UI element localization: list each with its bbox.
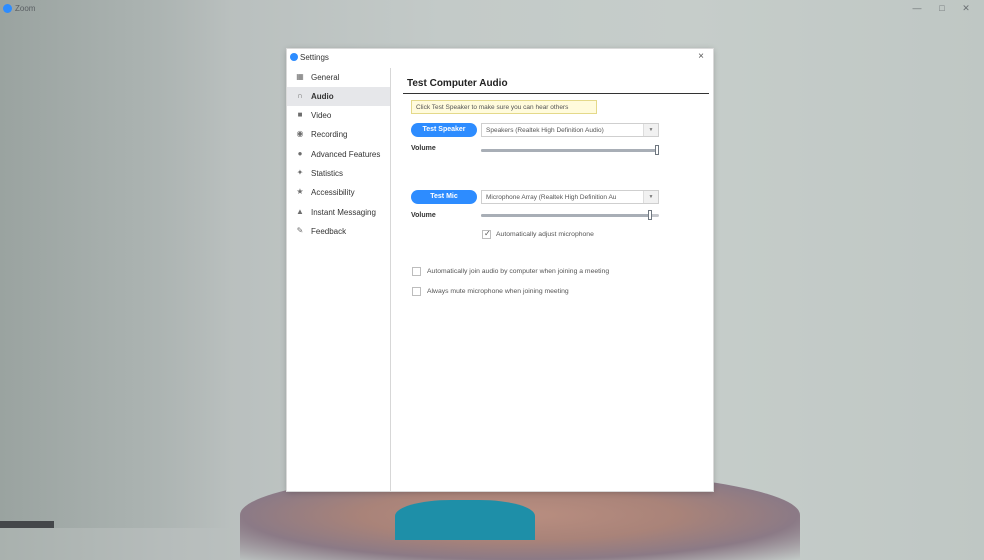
sidebar-item-recording[interactable]: ◉ Recording <box>287 125 390 144</box>
sidebar-item-advanced-features[interactable]: ● Advanced Features <box>287 145 390 164</box>
speaker-tooltip: Click Test Speaker to make sure you can … <box>411 100 597 114</box>
speaker-device-value: Speakers (Realtek High Definition Audio) <box>486 127 604 134</box>
chevron-down-icon: ▼ <box>643 124 658 136</box>
chat-icon: ▲ <box>296 207 304 216</box>
audio-settings-panel: Test Computer Audio Click Test Speaker t… <box>391 68 713 491</box>
sidebar-item-label: Video <box>311 111 332 120</box>
background-shadow <box>0 0 230 528</box>
speaker-volume-label: Volume <box>411 145 436 152</box>
app-titlebar: Zoom — □ ✕ <box>0 0 984 20</box>
close-icon[interactable]: × <box>698 51 704 62</box>
sidebar-item-video[interactable]: ■ Video <box>287 106 390 125</box>
sidebar-item-label: Recording <box>311 130 348 139</box>
close-window-button[interactable]: ✕ <box>957 3 975 14</box>
sidebar-item-label: General <box>311 73 340 82</box>
chevron-down-icon: ▼ <box>643 191 658 203</box>
auto-adjust-label: Automatically adjust microphone <box>496 231 594 238</box>
minimize-button[interactable]: — <box>908 3 926 13</box>
checkmark-icon: ✓ <box>484 229 491 238</box>
general-icon: ▦ <box>296 72 304 81</box>
mic-volume-label: Volume <box>411 212 436 219</box>
section-divider <box>403 93 709 94</box>
mic-device-value: Microphone Array (Realtek High Definitio… <box>486 194 617 201</box>
sidebar-item-label: Accessibility <box>311 188 355 197</box>
sidebar-item-statistics[interactable]: ✦ Statistics <box>287 164 390 183</box>
user-icon: ● <box>297 149 303 158</box>
sidebar-item-label: Audio <box>311 92 334 101</box>
video-camera-icon: ■ <box>297 110 303 119</box>
sidebar-item-audio[interactable]: ∩ Audio <box>287 87 390 106</box>
section-title: Test Computer Audio <box>407 78 508 89</box>
mic-volume-fill <box>481 214 650 217</box>
statistics-icon: ✦ <box>296 168 304 177</box>
accessibility-icon: ★ <box>296 187 304 196</box>
app-title: Zoom <box>15 4 36 13</box>
speaker-volume-slider[interactable] <box>481 145 659 155</box>
auto-adjust-checkbox[interactable]: ✓ <box>482 229 491 239</box>
sidebar-item-feedback[interactable]: ✎ Feedback <box>287 222 390 241</box>
sidebar-item-instant-messaging[interactable]: ▲ Instant Messaging <box>287 203 390 222</box>
dialog-title: Settings <box>300 53 329 62</box>
speaker-volume-fill <box>481 149 657 152</box>
headphones-icon: ∩ <box>297 91 303 100</box>
sidebar-item-label: Instant Messaging <box>311 208 376 217</box>
settings-dialog: Settings × ▦ General ∩ Audio ■ Video ◉ R… <box>287 49 713 491</box>
sidebar-item-label: Advanced Features <box>311 150 381 159</box>
sidebar-item-label: Statistics <box>311 169 344 178</box>
sidebar-item-label: Feedback <box>311 227 347 236</box>
settings-logo-icon <box>290 53 298 61</box>
mic-volume-slider[interactable] <box>481 210 659 220</box>
mic-device-select[interactable]: Microphone Array (Realtek High Definitio… <box>481 190 659 204</box>
always-mute-checkbox[interactable] <box>412 287 421 296</box>
sidebar-item-accessibility[interactable]: ★ Accessibility <box>287 183 390 202</box>
sidebar-item-general[interactable]: ▦ General <box>287 68 390 87</box>
auto-join-checkbox[interactable] <box>412 267 421 276</box>
video-feed-shirt <box>395 500 535 540</box>
mic-volume-thumb[interactable] <box>648 210 652 220</box>
test-speaker-button[interactable]: Test Speaker <box>411 123 477 137</box>
speaker-device-select[interactable]: Speakers (Realtek High Definition Audio)… <box>481 123 659 137</box>
test-mic-button[interactable]: Test Mic <box>411 190 477 204</box>
zoom-logo-icon <box>3 4 12 13</box>
feedback-icon: ✎ <box>296 226 304 235</box>
auto-join-label: Automatically join audio by computer whe… <box>427 268 610 275</box>
record-icon: ◉ <box>296 129 304 138</box>
corner-indicator <box>0 521 54 528</box>
settings-sidebar: ▦ General ∩ Audio ■ Video ◉ Recording ● … <box>287 68 391 491</box>
speaker-volume-thumb[interactable] <box>655 145 659 155</box>
restore-button[interactable]: □ <box>933 3 951 13</box>
always-mute-label: Always mute microphone when joining meet… <box>427 288 569 295</box>
